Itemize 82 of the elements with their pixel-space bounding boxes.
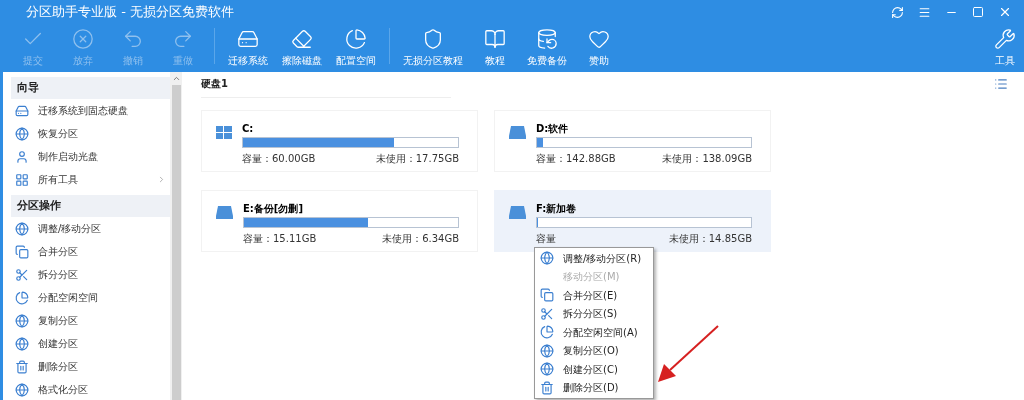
section-header: 向导 [11, 77, 170, 99]
circle-x-icon [72, 28, 94, 50]
scroll-thumb[interactable] [171, 85, 181, 400]
menu-item[interactable]: 拆分分区(S) [535, 304, 653, 323]
trash-icon [15, 359, 29, 374]
grid-icon [15, 172, 29, 187]
globe-icon [540, 343, 554, 358]
globe-icon [15, 126, 29, 141]
free-space-text: 未使用：14.85GB [668, 232, 752, 246]
menu-item[interactable]: 分配空闲空间(A) [535, 323, 653, 342]
heart-icon [588, 28, 610, 50]
menu-item[interactable]: 复制分区(O) [535, 341, 653, 360]
free-space-text: 未使用：17.75GB [375, 152, 459, 166]
section-header: 分区操作 [11, 195, 170, 217]
refresh-icon[interactable] [891, 5, 904, 19]
drive-icon [216, 206, 233, 219]
sidebar-item[interactable]: 迁移系统到固态硬盘 [11, 99, 170, 122]
sidebar-item[interactable]: 分配空闲空间 [11, 286, 170, 309]
globe-icon [15, 382, 29, 397]
wrench-icon [994, 28, 1016, 50]
partition-name: D:软件 [536, 123, 570, 135]
scissors-icon [540, 306, 554, 321]
menu-item[interactable]: 删除分区(D) [535, 378, 653, 397]
pointer-arrow-drawing [656, 324, 720, 384]
windows-icon [216, 126, 232, 139]
sidebar-item[interactable]: 格式化分区 [11, 378, 170, 400]
partition-card[interactable]: C: 容量：60.00GB 未使用：17.75GB [201, 110, 478, 172]
globe-icon [540, 362, 554, 377]
pie-chart-icon [345, 28, 367, 50]
partition-name: E:备份[勿删] [243, 203, 304, 215]
globe-icon [15, 313, 29, 328]
free-space-text: 未使用：6.34GB [382, 232, 459, 246]
partition-name: F:新加卷 [536, 203, 578, 215]
window-title: 分区助手专业版 - 无损分区免费软件 [26, 3, 234, 22]
capacity-text: 容量：142.88GB [536, 152, 616, 166]
capacity-text: 容量：15.11GB [243, 232, 317, 246]
capacity-text: 容量 [536, 232, 556, 246]
drive-icon [15, 103, 29, 118]
drive-icon [509, 126, 526, 139]
sidebar-item[interactable]: 恢复分区 [11, 122, 170, 145]
sidebar-item[interactable]: 调整/移动分区 [11, 217, 170, 240]
merge-icon [540, 288, 554, 303]
sidebar-item[interactable]: 制作启动光盘 [11, 145, 170, 168]
menu-icon[interactable] [918, 5, 931, 19]
scroll-up-icon[interactable] [171, 74, 181, 83]
sidebar-item[interactable]: 删除分区 [11, 355, 170, 378]
pie-chart-icon [540, 325, 554, 340]
scissors-icon [15, 267, 29, 282]
partition-card[interactable]: E:备份[勿删] 容量：15.11GB 未使用：6.34GB [201, 190, 478, 252]
merge-icon [15, 244, 29, 259]
undo-icon [122, 28, 144, 50]
pie-chart-icon [15, 290, 29, 305]
partition-card[interactable]: D:软件 容量：142.88GB 未使用：138.09GB [494, 110, 771, 172]
menu-item[interactable]: 创建分区(C) [535, 360, 653, 379]
partition-name: C: [242, 123, 255, 135]
globe-icon [15, 221, 29, 236]
database-icon [536, 28, 558, 50]
view-toggle-icon[interactable] [994, 77, 1008, 91]
close-icon[interactable] [998, 5, 1012, 19]
scrollbar[interactable] [170, 72, 182, 400]
eraser-icon [291, 28, 313, 50]
menu-item[interactable]: 合并分区(E) [535, 286, 653, 305]
capacity-text: 容量：60.00GB [242, 152, 316, 166]
partition-card[interactable]: F:新加卷 容量 未使用：14.85GB [494, 190, 771, 252]
globe-icon [540, 251, 554, 266]
sidebar-item[interactable]: 所有工具 [11, 168, 170, 191]
menu-item[interactable]: 调整/移动分区(R) [535, 249, 653, 268]
book-icon [484, 28, 506, 50]
redo-icon [172, 28, 194, 50]
shield-icon [422, 28, 444, 50]
trash-icon [540, 380, 554, 395]
sidebar-item[interactable]: 复制分区 [11, 309, 170, 332]
user-icon [15, 149, 29, 164]
sidebar-item[interactable]: 拆分分区 [11, 263, 170, 286]
globe-icon [15, 336, 29, 351]
disk-title: 硬盘1 [201, 76, 228, 91]
sidebar-item[interactable]: 合并分区 [11, 240, 170, 263]
sidebar-item[interactable]: 创建分区 [11, 332, 170, 355]
drive-icon [509, 206, 526, 219]
maximize-icon[interactable] [972, 6, 984, 18]
free-space-text: 未使用：138.09GB [662, 152, 752, 166]
drive-icon [237, 28, 259, 50]
